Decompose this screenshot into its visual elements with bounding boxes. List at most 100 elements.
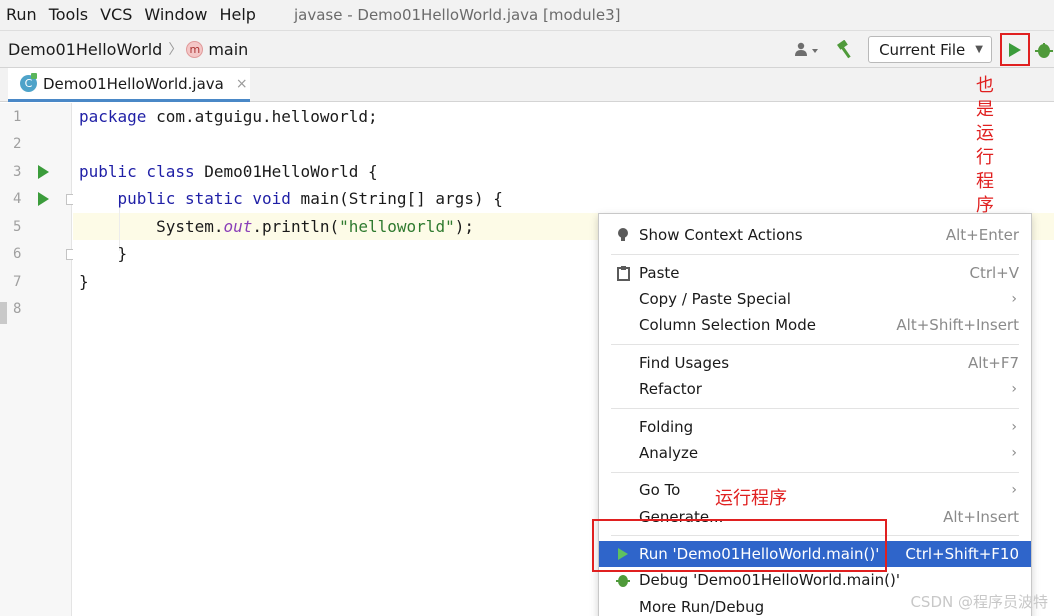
menu-item-label: Debug 'Demo01HelloWorld.main()' [639, 571, 900, 589]
menu-item-label: Refactor [639, 380, 702, 398]
menu-show-context-actions[interactable]: Show Context Actions Alt+Enter [599, 222, 1031, 248]
line-number: 4 [13, 191, 22, 207]
keyword: public static void [117, 189, 291, 208]
watermark: CSDN @程序员波特 [910, 593, 1048, 611]
menu-go-to[interactable]: Go To › [599, 477, 1031, 503]
menu-column-selection-mode[interactable]: Column Selection Mode Alt+Shift+Insert [599, 312, 1031, 338]
debug-button[interactable] [1034, 38, 1054, 62]
annotation-run-menu: 运行程序 [715, 488, 787, 509]
annotation-run-button: 也是运行程序 [976, 75, 994, 216]
keyword: package [79, 107, 147, 126]
tab-label: Demo01HelloWorld.java [43, 74, 224, 93]
menu-tools[interactable]: Tools [43, 0, 94, 30]
menu-window[interactable]: Window [138, 0, 213, 30]
line-number: 5 [13, 219, 22, 235]
window-title: javase - Demo01HelloWorld.java [module3] [293, 6, 621, 24]
run-icon [1009, 42, 1021, 57]
menu-folding[interactable]: Folding › [599, 414, 1031, 440]
close-icon[interactable]: × [236, 76, 248, 92]
bulb-icon [615, 227, 631, 243]
code-text: com.atguigu.helloworld; [146, 107, 378, 126]
run-gutter-icon[interactable] [38, 165, 49, 179]
menu-vcs[interactable]: VCS [94, 0, 138, 30]
string-value: "helloworld" [339, 217, 455, 236]
menu-find-usages[interactable]: Find Usages Alt+F7 [599, 350, 1031, 376]
field-ref: out [223, 217, 253, 236]
user-icon[interactable] [790, 38, 824, 62]
bug-icon [1035, 42, 1053, 58]
code-text: ); [454, 217, 474, 236]
method-icon: m [186, 40, 204, 58]
shortcut: Ctrl+Shift+F10 [905, 545, 1019, 563]
separator [611, 408, 1019, 409]
chevron-right-icon: › [1011, 291, 1017, 307]
line-number: 2 [13, 136, 22, 152]
menu-paste[interactable]: Paste Ctrl+V [599, 260, 1031, 286]
menu-item-label: Paste [639, 264, 680, 282]
code-text: main(String[] args) { [290, 189, 503, 208]
toolbar-right: Current File ▼ [790, 31, 1054, 68]
gutter-marker [0, 302, 7, 324]
menu-run[interactable]: Run [0, 0, 43, 30]
dropdown-arrow-icon: ▼ [975, 44, 983, 55]
line-number: 8 [13, 301, 22, 317]
editor-gutter: 1 2 3 4 5 6 7 8 [0, 103, 76, 616]
line-number: 3 [13, 164, 22, 180]
run-gutter-icon[interactable] [38, 192, 49, 206]
code-line-1: package com.atguigu.helloworld; [79, 103, 378, 130]
code-line-7: } [79, 272, 89, 291]
code-line-6: } [79, 244, 128, 263]
breadcrumb-method-label: main [208, 39, 249, 59]
bug-icon [615, 572, 631, 588]
navigation-bar: Demo01HelloWorld 〉 m main Current File ▼ [0, 30, 1054, 68]
menu-item-label: Folding [639, 418, 694, 436]
menu-item-label: Analyze [639, 444, 699, 462]
shortcut: Alt+Insert [943, 508, 1019, 526]
shortcut: Ctrl+V [969, 264, 1019, 282]
menu-bar: Run Tools VCS Window Help javase - Demo0… [0, 0, 1054, 30]
line-number: 1 [13, 109, 22, 125]
build-hammer-icon[interactable] [832, 37, 858, 63]
menu-tools-label: Tools [48, 5, 89, 24]
menu-item-label: Column Selection Mode [639, 316, 816, 334]
menu-item-label: More Run/Debug [639, 598, 765, 616]
menu-item-label: Go To [639, 481, 681, 499]
run-configuration-label: Current File [879, 40, 966, 59]
breadcrumb-class-label: Demo01HelloWorld [8, 39, 163, 59]
code-text: .println( [252, 217, 340, 236]
separator [611, 254, 1019, 255]
shortcut: Alt+Enter [945, 226, 1019, 244]
menu-help[interactable]: Help [213, 0, 261, 30]
keyword: public class [79, 162, 195, 181]
run-button[interactable] [1000, 33, 1030, 66]
chevron-right-icon: › [1011, 482, 1017, 498]
menu-item-label: Show Context Actions [639, 226, 803, 244]
menu-refactor[interactable]: Refactor › [599, 376, 1031, 402]
breadcrumb-separator: 〉 [168, 42, 183, 58]
code-line-4: public static void main(String[] args) { [79, 185, 503, 212]
breadcrumb-class[interactable]: Demo01HelloWorld [8, 40, 162, 59]
run-configuration-select[interactable]: Current File ▼ [868, 36, 992, 63]
line-number: 7 [13, 274, 22, 290]
chevron-right-icon: › [1011, 445, 1017, 461]
tab-demo01helloworld[interactable]: C Demo01HelloWorld.java × [8, 68, 250, 102]
breadcrumb-method[interactable]: m main [186, 40, 248, 59]
shortcut: Alt+Shift+Insert [896, 316, 1019, 334]
clipboard-icon [615, 265, 631, 281]
code-text: System. [79, 217, 224, 236]
separator [611, 472, 1019, 473]
code-line-5: System.out.println("helloworld"); [79, 213, 474, 240]
menu-copy-paste-special[interactable]: Copy / Paste Special › [599, 286, 1031, 312]
java-class-icon: C [20, 73, 37, 92]
chevron-right-icon: › [1011, 381, 1017, 397]
menu-window-label: Window [144, 5, 208, 24]
menu-item-label: Find Usages [639, 354, 730, 372]
code-line-3: public class Demo01HelloWorld { [79, 158, 378, 185]
string-literal: "helloworld" [339, 217, 455, 236]
chevron-right-icon: › [1011, 419, 1017, 435]
menu-analyze[interactable]: Analyze › [599, 440, 1031, 466]
shortcut: Alt+F7 [967, 354, 1019, 372]
line-number: 6 [13, 246, 22, 262]
menu-help-label: Help [219, 5, 256, 24]
